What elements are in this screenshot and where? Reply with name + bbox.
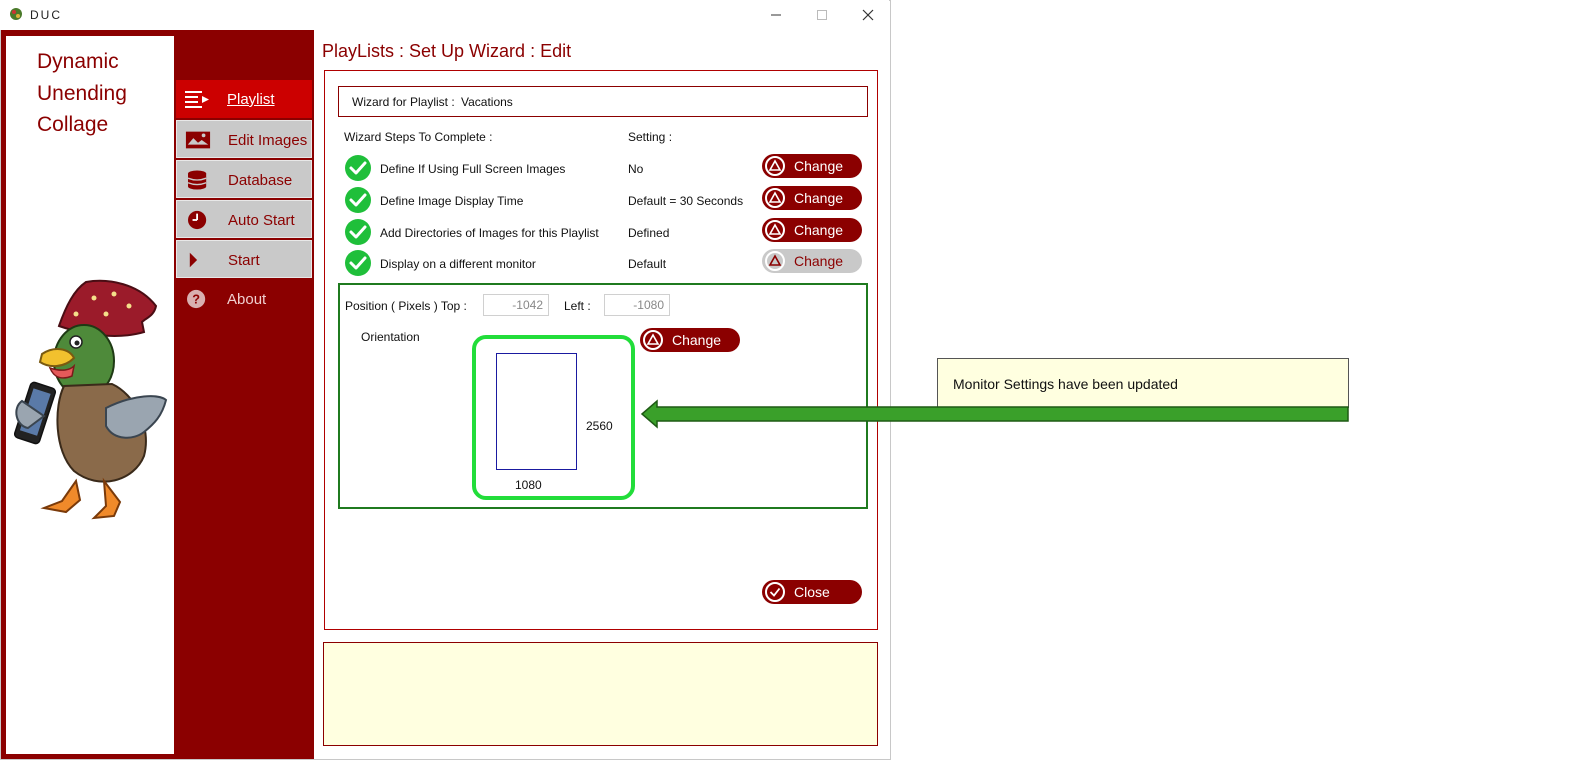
step-complete-icon	[345, 250, 371, 276]
step-text: Add Directories of Images for this Playl…	[380, 226, 599, 240]
sidebar-item-label: Playlist	[227, 91, 275, 108]
playlist-icon	[185, 91, 209, 108]
maximize-button[interactable]	[799, 0, 845, 30]
sidebar-item-label: Start	[228, 252, 260, 269]
app-logo-icon	[10, 8, 22, 20]
brand-line: Collage	[37, 113, 109, 136]
monitor-preview-rect	[496, 353, 577, 470]
step-text: Define If Using Full Screen Images	[380, 162, 566, 176]
image-icon	[185, 131, 211, 149]
button-label: Change	[672, 332, 722, 348]
playlist-name: Vacations	[461, 95, 513, 109]
change-display-time-button[interactable]: Change	[762, 186, 862, 210]
change-fullscreen-button[interactable]: Change	[762, 154, 862, 178]
step-setting: No	[628, 162, 644, 176]
left-position-input[interactable]: -1080	[604, 294, 670, 316]
steps-header: Wizard Steps To Complete :	[344, 130, 493, 144]
step-setting: Default	[628, 257, 667, 271]
change-orientation-button[interactable]: Change	[640, 328, 740, 352]
change-monitor-button[interactable]: Change	[762, 249, 862, 273]
step-complete-icon	[345, 187, 371, 213]
maximize-icon	[817, 10, 827, 20]
step-text: Define Image Display Time	[380, 194, 524, 208]
sidebar-item-label: About	[227, 291, 267, 308]
step-setting: Default = 30 Seconds	[628, 194, 744, 208]
top-position-input[interactable]: -1042	[483, 294, 549, 316]
orientation-label: Orientation	[361, 330, 420, 344]
monitor-width-label: 1080	[515, 478, 542, 492]
clock-icon	[188, 210, 207, 230]
triangle-icon	[765, 220, 785, 240]
button-label: Change	[794, 190, 844, 206]
step-text: Display on a different monitor	[380, 257, 536, 271]
button-label: Change	[794, 158, 844, 174]
page-title: PlayLists : Set Up Wizard : Edit	[322, 41, 572, 61]
svg-text:?: ?	[192, 292, 200, 307]
step-complete-icon	[345, 219, 371, 245]
position-left-label: Left :	[564, 299, 591, 313]
question-icon: ?	[187, 289, 206, 309]
callout-text: Monitor Settings have been updated	[953, 376, 1178, 392]
close-button[interactable]: Close	[762, 580, 862, 604]
button-label: Change	[794, 253, 844, 269]
checkmark-icon	[765, 582, 785, 602]
brand-line: Dynamic	[37, 50, 119, 73]
window-title: DUC	[30, 8, 62, 22]
triangle-icon	[643, 330, 663, 350]
close-icon	[862, 9, 874, 21]
sidebar-item-auto-start[interactable]: Auto Start	[176, 200, 312, 238]
sidebar-item-start[interactable]: Start	[176, 240, 312, 278]
wizard-duck-mascot	[14, 279, 168, 520]
playlist-label: Wizard for Playlist :	[352, 95, 455, 109]
close-window-button[interactable]	[845, 0, 891, 30]
sidebar-item-label: Edit Images	[228, 132, 308, 149]
sidebar-item-playlist[interactable]: Playlist	[176, 80, 312, 118]
minimize-button[interactable]	[753, 0, 799, 30]
sidebar-item-label: Auto Start	[228, 212, 295, 229]
database-icon	[187, 170, 207, 190]
step-setting: Defined	[628, 226, 670, 240]
sidebar-item-label: Database	[228, 172, 293, 189]
title-bar: DUC	[0, 0, 889, 30]
triangle-icon	[765, 188, 785, 208]
button-label: Close	[794, 584, 830, 600]
brand-line: Unending	[37, 81, 127, 105]
button-label: Change	[794, 222, 844, 238]
sidebar-item-about[interactable]: ? About	[176, 280, 312, 318]
sidebar-item-edit-images[interactable]: Edit Images	[176, 120, 312, 158]
triangle-icon	[765, 251, 785, 271]
change-directories-button[interactable]: Change	[762, 218, 862, 242]
sidebar-item-database[interactable]: Database	[176, 160, 312, 198]
setting-header: Setting :	[628, 130, 673, 144]
play-icon	[189, 252, 198, 268]
minimize-icon	[771, 14, 781, 16]
status-message-area	[323, 642, 878, 746]
step-complete-icon	[345, 155, 371, 181]
position-top-label: Position ( Pixels ) Top :	[345, 299, 467, 313]
monitor-height-label: 2560	[586, 419, 613, 433]
brand-title: Dynamic Unending Collage	[37, 46, 167, 141]
callout-arrow-icon	[640, 399, 1349, 429]
triangle-icon	[765, 156, 785, 176]
